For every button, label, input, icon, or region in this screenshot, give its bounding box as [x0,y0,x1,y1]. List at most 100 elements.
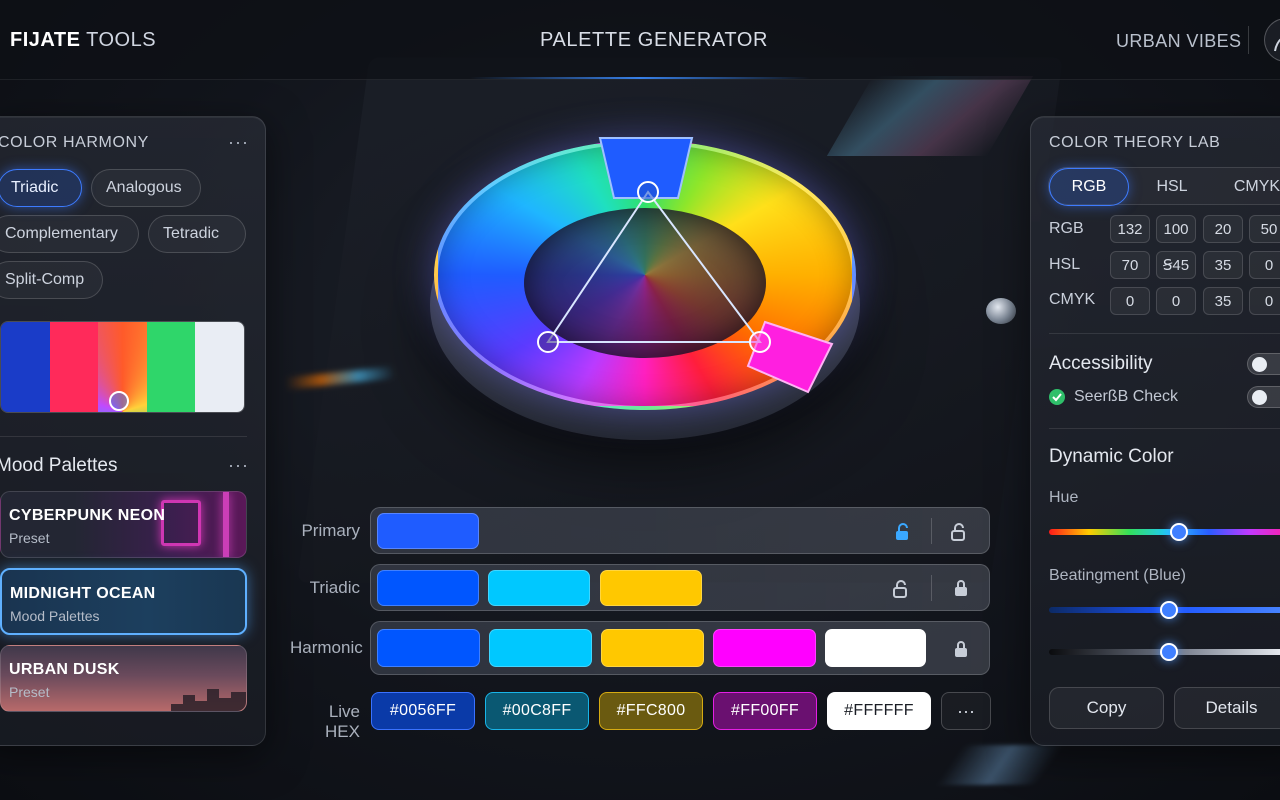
rgb-value-field[interactable]: 100 [1156,215,1196,243]
mood-card-midnight-ocean[interactable]: MIDNIGHT OCEAN Mood Palettes [0,568,247,635]
brand-name: FIJATE [10,29,81,51]
top-bar: FIJATE TOOLS PALETTE GENERATOR URBAN VIB… [0,0,1280,80]
beat-label: Beatingment (Blue) [1049,567,1186,584]
unlock-icon[interactable] [891,579,911,599]
triadic-swatch-cyan[interactable] [488,570,590,606]
avatar[interactable] [1264,18,1280,62]
copy-button[interactable]: Copy [1049,687,1164,729]
decorative-bead [986,298,1016,324]
spectrum-block [146,322,196,412]
moods-more-button[interactable]: ··· [228,455,249,476]
harmonic-swatch-white[interactable] [825,629,926,667]
mood-card-name: CYBERPUNK NEON [9,507,166,524]
unlock-icon[interactable] [893,522,913,542]
mood-card-name: URBAN DUSK [9,661,120,678]
divider [931,518,932,544]
harmonic-row [370,621,990,675]
lock-icon[interactable] [951,639,971,659]
hsl-value-field[interactable]: 70 [1110,251,1150,279]
harmonic-swatch-blue[interactable] [377,629,480,667]
spectrum-block [195,322,244,412]
beat-slider-thumb[interactable] [1160,601,1178,619]
row-label-triadic: Triadic [309,578,360,597]
color-wheel[interactable] [420,120,870,440]
wheel-handle-secondary[interactable] [537,331,559,353]
tab-hsl[interactable]: HSL [1137,168,1207,206]
dynamic-color-title: Dynamic Color [1049,446,1174,467]
row-label-harmonic: Harmonic [290,638,363,657]
harmonic-swatch-cyan[interactable] [489,629,592,667]
primary-swatch[interactable] [377,513,479,549]
hex-chip-yellow[interactable]: #FFC800 [599,692,703,730]
triadic-row [370,564,990,611]
chip-complementary[interactable]: Complementary [0,215,139,253]
tab-rgb[interactable]: RGB [1049,168,1129,206]
chip-analogous[interactable]: Analogous [91,169,201,207]
brand-logo[interactable]: FIJATE TOOLS [10,29,156,52]
cmyk-value-field[interactable]: 0 [1249,287,1280,315]
hex-chip-magenta[interactable]: #FF00FF [713,692,817,730]
rgb-value-field[interactable]: 20 [1203,215,1243,243]
lightness-slider-thumb[interactable] [1160,643,1178,661]
wheel-handle-primary[interactable] [637,181,659,203]
wheel-handle-tertiary[interactable] [749,331,771,353]
hsl-label: HSL [1049,256,1081,273]
tab-cmyk[interactable]: CMYK [1217,168,1280,206]
hex-more-button[interactable]: ··· [941,692,991,730]
harmonic-swatch-yellow[interactable] [601,629,704,667]
accessibility-title: Accessibility [1049,353,1153,374]
triangle-lines [546,190,762,343]
mood-palettes-title: Mood Palettes [0,455,118,476]
hex-chip-cyan[interactable]: #00C8FF [485,692,589,730]
cmyk-value-field[interactable]: 0 [1110,287,1150,315]
lock-icon[interactable] [951,578,971,598]
neon-decoration [161,500,201,546]
divider [1049,428,1280,429]
details-button[interactable]: Details [1174,687,1280,729]
toggle-knob [1252,357,1267,372]
theme-selector[interactable]: URBAN VIBES [1116,31,1241,52]
rgb-value-field[interactable]: 132 [1110,215,1150,243]
spectrum-picker-handle[interactable] [109,391,129,411]
hue-slider-track[interactable] [1049,529,1280,535]
contrast-check-label: SeerßB Check [1074,388,1179,405]
spectrum-block [49,322,99,412]
chip-split-comp[interactable]: Split-Comp [0,261,103,299]
chip-triadic[interactable]: Triadic [0,169,82,207]
unlock-icon[interactable] [949,522,969,542]
chip-tetradic[interactable]: Tetradic [148,215,246,253]
hsl-value-field[interactable]: 35 [1203,251,1243,279]
divider [931,575,932,601]
cmyk-value-field[interactable]: 0 [1156,287,1196,315]
hue-slider-thumb[interactable] [1169,523,1188,541]
neon-decoration [223,492,229,557]
skyline-decoration [171,689,246,711]
contrast-check-toggle[interactable] [1247,386,1280,408]
page-title: PALETTE GENERATOR [540,29,769,51]
row-label-primary: Primary [301,521,360,540]
mood-card-subtitle: Preset [9,530,50,546]
check-circle-icon [1049,389,1065,405]
cmyk-label: CMYK [1049,291,1096,308]
harmony-more-button[interactable]: ··· [228,132,249,153]
hex-chip-blue[interactable]: #0056FF [371,692,475,730]
cmyk-value-field[interactable]: 35 [1203,287,1243,315]
triadic-swatch-yellow[interactable] [600,570,702,606]
hsl-value-field[interactable]: 0 [1249,251,1280,279]
mood-card-cyberpunk-neon[interactable]: CYBERPUNK NEON Preset [0,491,247,558]
divider [1049,333,1280,334]
mood-card-urban-dusk[interactable]: URBAN DUSK Preset [0,645,247,712]
hsl-value-field[interactable]: Ꞩ45 [1156,251,1196,279]
mood-card-subtitle: Preset [9,684,50,700]
rgb-value-field[interactable]: 50 [1249,215,1280,243]
triadic-swatch-blue[interactable] [377,570,479,606]
mood-card-subtitle: Mood Palettes [10,608,100,624]
mood-card-name: MIDNIGHT OCEAN [10,585,156,602]
brand-suffix: TOOLS [86,29,157,51]
divider [1248,26,1249,54]
accessibility-toggle[interactable] [1247,353,1280,375]
hex-chip-white[interactable]: #FFFFFF [827,692,931,730]
hue-label: Hue [1049,489,1079,506]
title-underline-glow [470,77,810,79]
harmonic-swatch-magenta[interactable] [713,629,816,667]
